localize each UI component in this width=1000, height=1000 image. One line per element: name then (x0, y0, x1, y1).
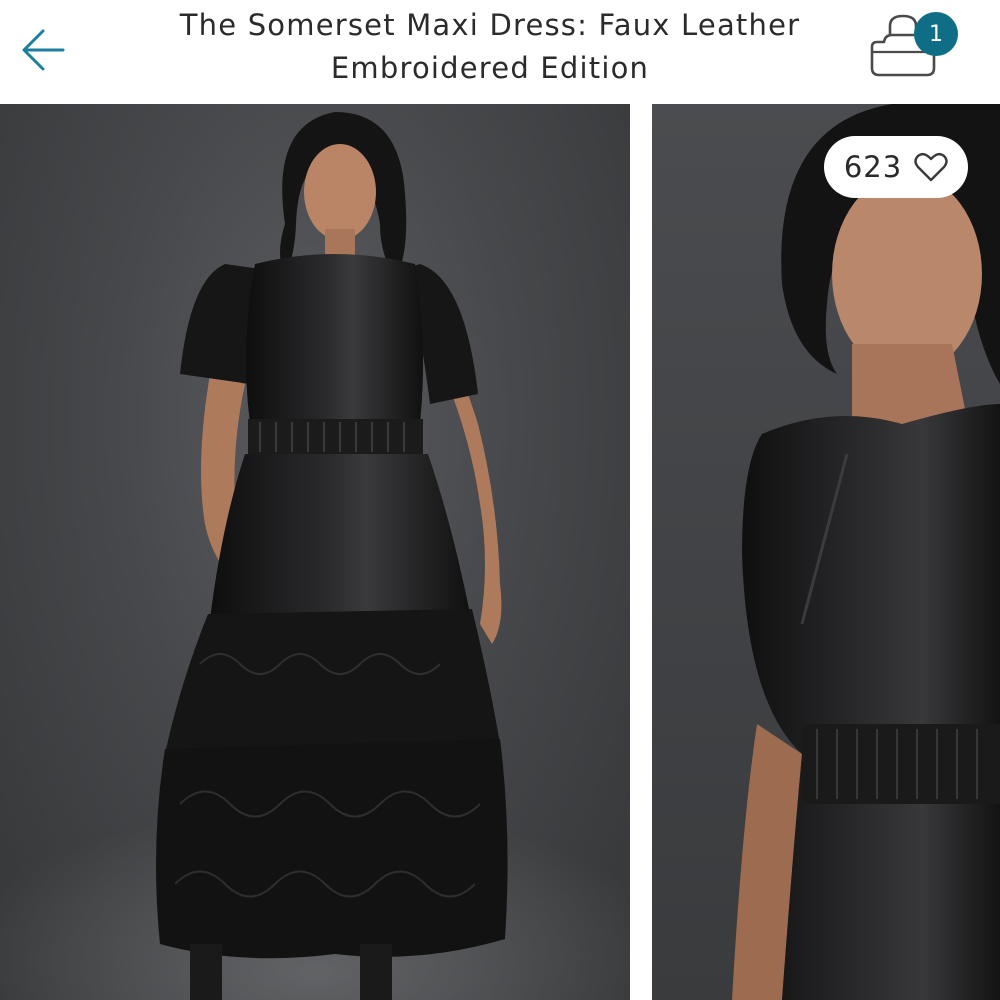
back-button[interactable] (14, 22, 70, 78)
product-photo-full-length[interactable] (0, 104, 630, 1000)
product-photo-closeup[interactable] (652, 104, 1000, 1000)
heart-outline-icon (914, 152, 948, 182)
page-title: The Somerset Maxi Dress: Faux Leather Em… (130, 4, 850, 90)
top-bar: The Somerset Maxi Dress: Faux Leather Em… (0, 0, 1000, 104)
product-photo-closeup-illustration (732, 104, 1000, 1000)
product-image-carousel[interactable] (0, 104, 1000, 1000)
arrow-left-icon (22, 29, 65, 71)
shopping-bag-button[interactable]: 1 (862, 10, 962, 90)
title-line-2: Embroidered Edition (330, 51, 650, 85)
like-count: 623 (843, 150, 903, 184)
like-button[interactable]: 623 (824, 136, 968, 198)
title-line-1: The Somerset Maxi Dress: Faux Leather (179, 8, 801, 42)
product-photo-full-length-illustration (0, 112, 630, 1000)
cart-count-badge: 1 (914, 12, 958, 56)
